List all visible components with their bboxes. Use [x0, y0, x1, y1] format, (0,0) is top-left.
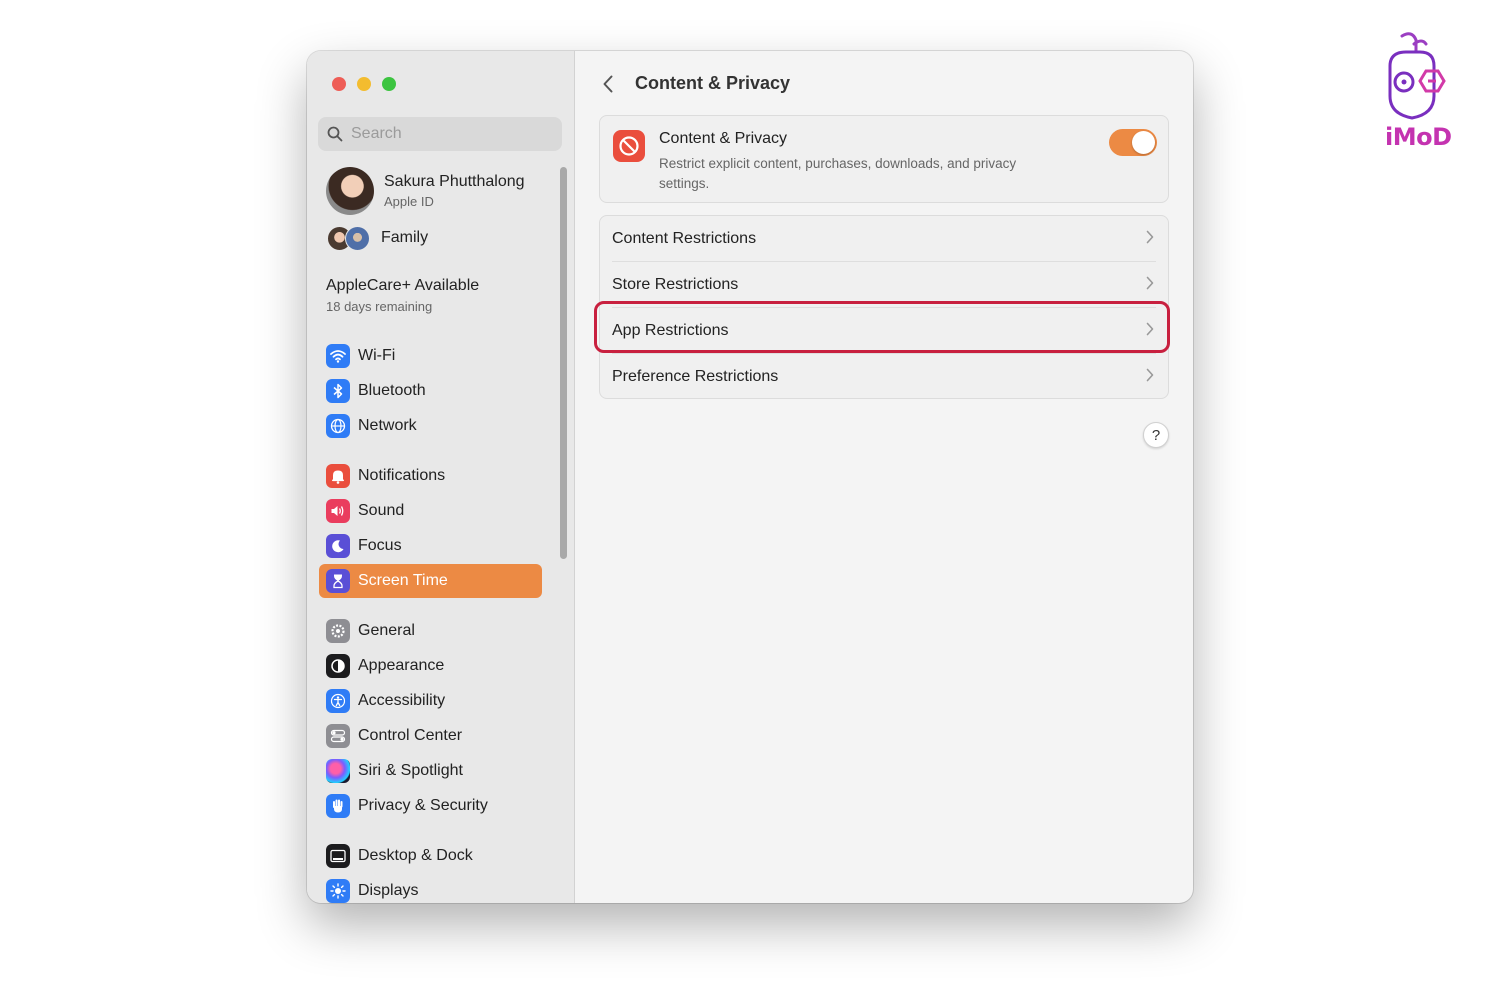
back-button[interactable]: [597, 73, 619, 95]
family-item[interactable]: Family: [327, 226, 429, 251]
applecare-title: AppleCare+ Available: [326, 277, 480, 294]
search-input[interactable]: [351, 125, 541, 143]
content-privacy-description: Restrict explicit content, purchases, do…: [659, 156, 1017, 191]
sidebar-item-screen-time[interactable]: Screen Time: [319, 564, 542, 598]
sidebar-item-wifi[interactable]: Wi-Fi: [319, 339, 542, 373]
content-privacy-card: Content & Privacy Restrict explicit cont…: [599, 115, 1169, 203]
zoom-window-button[interactable]: [382, 77, 396, 91]
profile-subtitle: Apple ID: [384, 194, 434, 209]
sidebar-item-label: Wi-Fi: [358, 347, 396, 364]
dock-icon: [326, 844, 350, 868]
bell-icon: [326, 464, 350, 488]
applecare-subtitle: 18 days remaining: [326, 299, 433, 314]
globe-icon: [326, 414, 350, 438]
profile-name: Sakura Phutthalong: [384, 173, 525, 190]
sidebar-item-label: Siri & Spotlight: [358, 762, 463, 779]
sidebar-item-notifications[interactable]: Notifications: [319, 459, 542, 493]
sidebar-item-label: Bluetooth: [358, 382, 426, 399]
siri-icon: [326, 759, 350, 783]
chevron-right-icon: [1146, 230, 1154, 244]
family-avatar: [345, 226, 370, 251]
minimize-window-button[interactable]: [357, 77, 371, 91]
sidebar-item-privacy-security[interactable]: Privacy & Security: [319, 789, 542, 823]
content-privacy-toggle[interactable]: [1109, 129, 1157, 156]
sidebar-item-label: General: [358, 622, 415, 639]
avatar: [326, 167, 374, 215]
sidebar-item-label: Notifications: [358, 467, 446, 484]
sidebar-item-label: Accessibility: [358, 692, 446, 709]
sun-icon: [326, 879, 350, 903]
sidebar-item-label: Focus: [358, 537, 402, 554]
preference-restrictions-row[interactable]: Preference Restrictions: [600, 354, 1168, 399]
sidebar-item-label: Privacy & Security: [358, 797, 488, 814]
sidebar-item-desktop-dock[interactable]: Desktop & Dock: [319, 839, 542, 873]
hourglass-icon: [326, 569, 350, 593]
imod-brand-text: iMoD: [1385, 123, 1452, 151]
moon-icon: [326, 534, 350, 558]
toggle-knob: [1132, 131, 1155, 154]
family-avatars: [327, 226, 371, 251]
row-label: Store Restrictions: [612, 275, 739, 293]
sidebar-item-label: Screen Time: [358, 572, 448, 589]
sidebar-item-label: Sound: [358, 502, 405, 519]
content-privacy-title: Content & Privacy: [659, 130, 788, 147]
sidebar-item-bluetooth[interactable]: Bluetooth: [319, 374, 542, 408]
sidebar-item-general[interactable]: General: [319, 614, 542, 648]
close-window-button[interactable]: [332, 77, 346, 91]
wifi-icon: [326, 344, 350, 368]
sidebar-item-appearance[interactable]: Appearance: [319, 649, 542, 683]
control-center-icon: [326, 724, 350, 748]
speaker-icon: [326, 499, 350, 523]
sidebar-item-label: Displays: [358, 882, 419, 899]
apple-id-profile[interactable]: Sakura Phutthalong Apple ID: [326, 167, 525, 215]
sidebar-item-label: Desktop & Dock: [358, 847, 473, 864]
row-label: Content Restrictions: [612, 229, 757, 247]
sidebar-item-label: Control Center: [358, 727, 463, 744]
sidebar-item-label: Appearance: [358, 657, 445, 674]
sidebar-item-label: Network: [358, 417, 417, 434]
sidebar-item-control-center[interactable]: Control Center: [319, 719, 542, 753]
sidebar-item-sound[interactable]: Sound: [319, 494, 542, 528]
appearance-icon: [326, 654, 350, 678]
app-restrictions-highlight: [594, 301, 1170, 353]
bluetooth-icon: [326, 379, 350, 403]
row-label: Preference Restrictions: [612, 367, 779, 385]
sidebar-item-siri-spotlight[interactable]: Siri & Spotlight: [319, 754, 542, 788]
sidebar-item-network[interactable]: Network: [319, 409, 542, 443]
content-restrictions-row[interactable]: Content Restrictions: [600, 216, 1168, 261]
sidebar-scrollbar[interactable]: [560, 167, 567, 559]
sidebar-item-displays[interactable]: Displays: [319, 874, 542, 903]
settings-window: Sakura Phutthalong Apple ID Family Apple…: [307, 51, 1193, 903]
gear-icon: [326, 619, 350, 643]
page-title: Content & Privacy: [635, 73, 791, 93]
imod-logo: iMoD: [1376, 30, 1456, 151]
hand-icon: [326, 794, 350, 818]
family-label: Family: [381, 229, 429, 246]
chevron-left-icon: [603, 75, 613, 93]
sidebar-item-accessibility[interactable]: Accessibility: [319, 684, 542, 718]
chevron-right-icon: [1146, 368, 1154, 382]
chevron-right-icon: [1146, 276, 1154, 290]
applecare-item[interactable]: AppleCare+ Available 18 days remaining: [326, 277, 479, 314]
help-button[interactable]: ?: [1143, 422, 1169, 448]
sidebar: Sakura Phutthalong Apple ID Family Apple…: [307, 51, 575, 903]
search-field[interactable]: [318, 117, 562, 151]
imod-mascot-icon: [1388, 32, 1446, 120]
accessibility-icon: [326, 689, 350, 713]
restriction-icon: [613, 130, 645, 162]
search-icon: [327, 126, 343, 142]
sidebar-item-focus[interactable]: Focus: [319, 529, 542, 563]
